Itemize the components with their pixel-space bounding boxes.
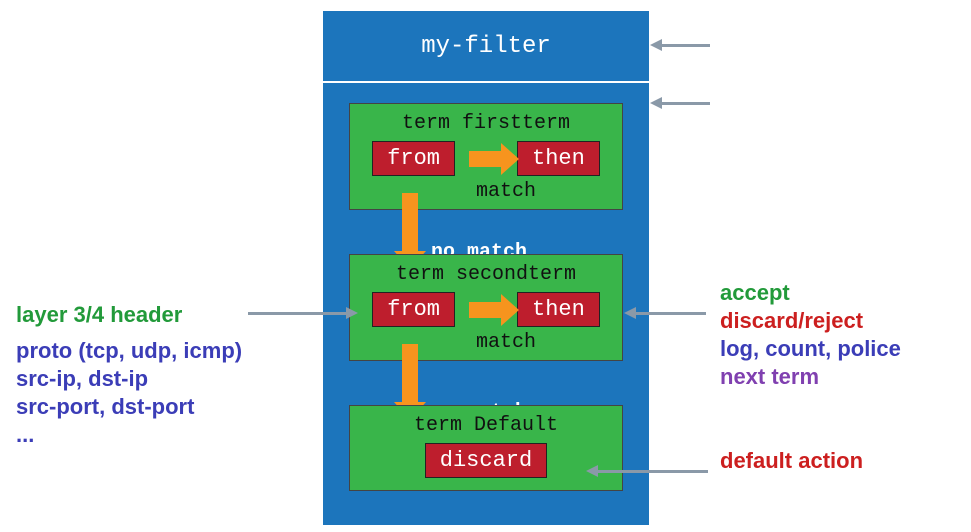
discard-box: discard: [425, 443, 547, 478]
note-default-action: default action: [720, 448, 960, 474]
then-box: then: [517, 141, 600, 176]
filter-header: my-filter: [323, 11, 649, 81]
right-annotations: accept discard/reject log, count, police…: [720, 278, 960, 476]
note-srcdstip: src-ip, dst-ip: [16, 366, 316, 392]
note-ellipsis: ...: [16, 422, 316, 448]
term-row: discard: [360, 443, 612, 478]
from-box: from: [372, 292, 455, 327]
annotation-arrow-icon: [660, 102, 710, 105]
term-default: term Default discard: [349, 405, 623, 491]
filter-container: my-filter term firstterm from then match…: [322, 10, 650, 526]
filter-body: term firstterm from then match no match …: [323, 83, 649, 505]
left-annotations: layer 3/4 header proto (tcp, udp, icmp) …: [16, 300, 316, 450]
match-label: match: [400, 331, 612, 354]
arrow-down-icon: [402, 193, 418, 253]
then-box: then: [517, 292, 600, 327]
arrow-down-icon: [402, 344, 418, 404]
annotation-arrow-icon: [634, 312, 706, 315]
term-row: from then: [360, 292, 612, 327]
note-proto: proto (tcp, udp, icmp): [16, 338, 316, 364]
note-discard-reject: discard/reject: [720, 308, 960, 334]
note-accept: accept: [720, 280, 960, 306]
term-name: term Default: [360, 414, 612, 437]
annotation-arrow-icon: [660, 44, 710, 47]
filter-title: my-filter: [421, 33, 551, 60]
from-box: from: [372, 141, 455, 176]
term-firstterm: term firstterm from then match: [349, 103, 623, 210]
term-name: term firstterm: [360, 112, 612, 135]
note-log-count: log, count, police: [720, 336, 960, 362]
note-srcdstport: src-port, dst-port: [16, 394, 316, 420]
note-next-term: next term: [720, 364, 960, 390]
arrow-from-to-then-icon: [469, 151, 503, 167]
term-name: term secondterm: [360, 263, 612, 286]
term-row: from then: [360, 141, 612, 176]
annotation-arrow-icon: [596, 470, 708, 473]
note-layer-header: layer 3/4 header: [16, 302, 316, 328]
term-secondterm: term secondterm from then match: [349, 254, 623, 361]
match-label: match: [400, 180, 612, 203]
arrow-from-to-then-icon: [469, 302, 503, 318]
